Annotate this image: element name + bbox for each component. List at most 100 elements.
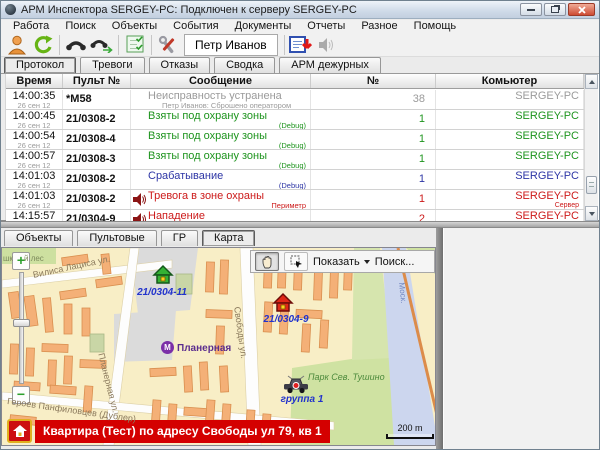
tab-АРМ дежурных[interactable]: АРМ дежурных xyxy=(279,57,381,73)
table-row[interactable]: 14:00:4526 сен 1221/0308-2Взяты под охра… xyxy=(6,110,584,130)
menu-item-1[interactable]: Работа xyxy=(5,20,57,33)
vertical-splitter[interactable] xyxy=(436,228,443,449)
table-header: Время Пульт № Сообщение № Комьютер xyxy=(6,74,584,89)
tab-Протокол[interactable]: Протокол xyxy=(4,57,76,73)
call-transfer-button[interactable] xyxy=(89,33,115,57)
map-canvas[interactable]: 21/0304-11 21/0304-9 М Планерная группа … xyxy=(1,247,436,446)
select-tool-button[interactable] xyxy=(284,252,308,271)
tab-Тревоги[interactable]: Тревоги xyxy=(80,57,144,73)
cell-panel-number: *М58 xyxy=(63,90,131,109)
alarm-banner[interactable]: Квартира (Тест) по адресу Свободы ул 79,… xyxy=(7,419,330,443)
sound-button[interactable] xyxy=(314,33,340,57)
map-show-dropdown[interactable]: Показать xyxy=(313,256,370,268)
close-button[interactable] xyxy=(568,3,595,16)
column-header-time[interactable]: Время xyxy=(6,74,63,88)
minimize-button[interactable] xyxy=(520,3,542,16)
cell-message: Взяты под охрану зоны(Debug) xyxy=(131,150,311,169)
cell-computer: SERGEY-PC xyxy=(436,130,584,149)
restore-button[interactable] xyxy=(544,3,566,16)
bottom-tab-bar: ОбъектыПультовые ГРКарта xyxy=(4,229,434,246)
column-header-panel[interactable]: Пульт № xyxy=(63,74,131,88)
armed-house-icon xyxy=(152,264,174,286)
tab-Карта[interactable]: Карта xyxy=(202,230,255,246)
cell-computer: SERGEY-PC xyxy=(436,90,584,109)
cell-message: Неисправность устраненаПетр Иванов: Сбро… xyxy=(131,90,311,109)
menu-item-5[interactable]: Документы xyxy=(227,20,300,33)
toolbar: Петр Иванов xyxy=(1,33,599,57)
cell-panel-number: 21/0308-2 xyxy=(63,110,131,129)
cell-panel-number: 21/0308-3 xyxy=(63,150,131,169)
cell-computer: SERGEY-PC xyxy=(436,170,584,189)
cell-panel-number: 21/0304-9 xyxy=(63,210,131,221)
cell-message: Взяты под охрану зоны(Debug) xyxy=(131,110,311,129)
scrollbar-thumb[interactable] xyxy=(586,176,597,194)
alarm-speaker-icon xyxy=(133,193,146,206)
operator-name-display[interactable]: Петр Иванов xyxy=(184,34,278,56)
menu-item-6[interactable]: Отчеты xyxy=(299,20,353,33)
cell-number: 1 xyxy=(311,190,436,209)
column-header-computer[interactable]: Комьютер xyxy=(436,74,584,88)
user-button[interactable] xyxy=(4,33,30,57)
scroll-up-button[interactable] xyxy=(585,74,598,89)
window-title: АРМ Инспектора SERGEY-PC: Подключен к се… xyxy=(21,4,357,16)
user-icon xyxy=(7,34,27,55)
table-row[interactable]: 14:01:0326 сен 1221/0308-2Срабатывание(D… xyxy=(6,170,584,190)
tab-Объекты[interactable]: Объекты xyxy=(4,230,73,246)
metro-icon[interactable]: М xyxy=(161,341,174,354)
metro-station-label: Планерная xyxy=(177,343,231,354)
refresh-icon xyxy=(33,35,53,55)
table-row[interactable]: 14:15:5726 сен 1221/0304-9Нападение2SERG… xyxy=(6,210,584,221)
map-search-button[interactable]: Поиск... xyxy=(375,256,415,268)
tab-Пультовые[interactable]: Пультовые xyxy=(77,230,156,246)
top-tab-bar: ПротоколТревоги ОтказыСводкаАРМ дежурных xyxy=(4,57,599,73)
table-scrollbar[interactable] xyxy=(584,74,598,221)
horizontal-splitter[interactable] xyxy=(1,221,599,228)
call-answer-button[interactable] xyxy=(63,33,89,57)
map-scale-bar xyxy=(386,434,434,439)
minimize-icon xyxy=(527,9,535,11)
menu-bar: РаботаПоискОбъектыСобытияДокументыОтчеты… xyxy=(1,20,599,33)
scroll-down-button[interactable] xyxy=(585,206,598,221)
title-bar[interactable]: АРМ Инспектора SERGEY-PC: Подключен к се… xyxy=(1,1,599,19)
cell-message: Нападение xyxy=(131,210,311,221)
table-row[interactable]: 14:01:0326 сен 1221/0308-2Тревога в зоне… xyxy=(6,190,584,210)
table-row[interactable]: 14:00:3526 сен 12*М58Неисправность устра… xyxy=(6,90,584,110)
table-row[interactable]: 14:00:5426 сен 1221/0308-4Взяты под охра… xyxy=(6,130,584,150)
sound-muted-icon xyxy=(318,37,336,53)
column-header-message[interactable]: Сообщение xyxy=(131,74,311,88)
cell-computer: SERGEY-PC xyxy=(436,210,584,221)
cell-message: Тревога в зоне охраныПериметр xyxy=(131,190,311,209)
app-window: АРМ Инспектора SERGEY-PC: Подключен к се… xyxy=(0,0,600,450)
map-scale-label: 200 m xyxy=(386,423,434,433)
cell-time: 14:15:5726 сен 12 xyxy=(6,210,63,221)
menu-item-7[interactable]: Разное xyxy=(353,20,405,33)
close-icon xyxy=(578,6,586,14)
menu-item-2[interactable]: Поиск xyxy=(57,20,103,33)
zoom-in-button[interactable]: + xyxy=(12,252,30,270)
cell-time: 14:01:0326 сен 12 xyxy=(6,170,63,189)
cell-panel-number: 21/0308-4 xyxy=(63,130,131,149)
cell-number: 2 xyxy=(311,210,436,221)
checklist-button[interactable] xyxy=(122,33,148,57)
toolbar-separator xyxy=(151,35,152,55)
table-row[interactable]: 14:00:5726 сен 1221/0308-3Взяты под охра… xyxy=(6,150,584,170)
menu-item-3[interactable]: Объекты xyxy=(104,20,165,33)
refresh-button[interactable] xyxy=(30,33,56,57)
call-answer-icon xyxy=(65,36,87,53)
settings-button[interactable] xyxy=(155,33,181,57)
alarm-house-badge-icon xyxy=(7,419,32,443)
cell-time: 14:00:3526 сен 12 xyxy=(6,90,63,109)
column-header-number[interactable]: № xyxy=(311,74,436,88)
zoom-out-button[interactable]: − xyxy=(12,386,30,404)
menu-item-8[interactable]: Помощь xyxy=(406,20,465,33)
zoom-slider-handle[interactable] xyxy=(13,319,30,327)
patrol-car-icon xyxy=(282,375,310,394)
tab-Отказы[interactable]: Отказы xyxy=(149,57,211,73)
export-report-button[interactable] xyxy=(288,33,314,57)
pan-tool-button[interactable] xyxy=(255,252,279,271)
cell-number: 1 xyxy=(311,130,436,149)
tab-Сводка[interactable]: Сводка xyxy=(214,57,275,73)
menu-item-4[interactable]: События xyxy=(165,20,226,33)
zoom-slider-track[interactable] xyxy=(19,272,24,384)
tab-ГР[interactable]: ГР xyxy=(161,230,198,246)
